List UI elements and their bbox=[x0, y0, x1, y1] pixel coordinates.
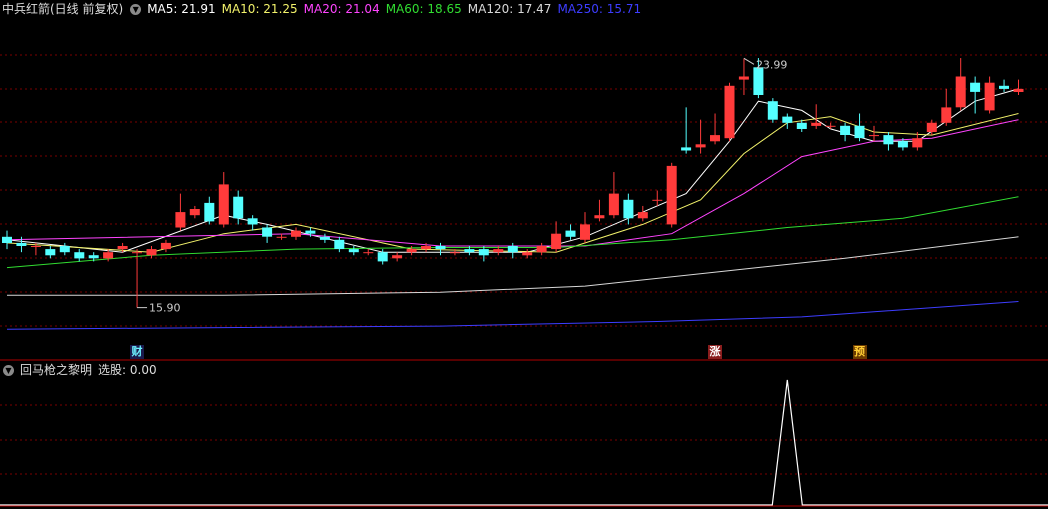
candle-body bbox=[724, 85, 735, 139]
candle-body bbox=[189, 209, 200, 216]
high-pointer bbox=[743, 57, 755, 65]
candle-body bbox=[681, 147, 692, 151]
candle-body bbox=[608, 193, 619, 216]
stock-title: 中兵红箭(日线 前复权) bbox=[2, 2, 124, 16]
candle-body bbox=[536, 246, 547, 253]
candle-body bbox=[363, 252, 374, 254]
candle-body bbox=[580, 224, 590, 240]
candle-body bbox=[869, 135, 879, 137]
candle-body bbox=[276, 236, 287, 238]
candle-body bbox=[348, 249, 359, 253]
ma5-line bbox=[6, 88, 1019, 253]
ma250-legend: MA250: 15.71 bbox=[557, 2, 642, 16]
indicator-toggle-icon[interactable]: ▼ bbox=[3, 364, 14, 376]
high-price-label: 23.99 bbox=[756, 58, 788, 71]
candle-body bbox=[623, 199, 634, 219]
candle-body bbox=[45, 249, 56, 256]
finance-marker[interactable]: 财 bbox=[130, 345, 144, 359]
candle-body bbox=[522, 252, 533, 256]
candle-body bbox=[970, 82, 981, 92]
candle-body bbox=[204, 202, 215, 222]
candle-body bbox=[594, 215, 605, 219]
candle-body bbox=[160, 242, 171, 250]
candle-body bbox=[103, 252, 114, 259]
candle-body bbox=[825, 125, 836, 127]
candle-body bbox=[926, 122, 937, 132]
indicator-title: 回马枪之黎明 bbox=[20, 363, 93, 377]
candle-body bbox=[406, 249, 417, 253]
candle-body bbox=[854, 125, 865, 139]
candle-body bbox=[493, 249, 504, 253]
low-price-label: 15.90 bbox=[149, 302, 181, 315]
ma120-legend: MA120: 17.47 bbox=[467, 2, 552, 16]
candle-body bbox=[218, 184, 229, 225]
candle-body bbox=[738, 76, 749, 80]
candle-body bbox=[88, 255, 99, 259]
candle-body bbox=[392, 255, 403, 259]
candle-body bbox=[262, 227, 273, 237]
candle-body bbox=[941, 107, 952, 123]
candle-body bbox=[146, 249, 157, 256]
limit-up-marker[interactable]: 涨 bbox=[708, 345, 722, 359]
candle-body bbox=[1013, 88, 1024, 92]
ma60-legend: MA60: 18.65 bbox=[385, 2, 462, 16]
candle-body bbox=[955, 76, 966, 108]
candle-body bbox=[377, 252, 388, 262]
ma20-legend: MA20: 21.04 bbox=[303, 2, 380, 16]
candle-body bbox=[30, 246, 41, 247]
candle-body bbox=[753, 67, 764, 95]
selection-signal-line bbox=[0, 379, 1048, 506]
candle-body bbox=[652, 199, 663, 201]
candle-body bbox=[507, 246, 518, 253]
main-header: 中兵红箭(日线 前复权) ▼ MA5: 21.91 MA10: 21.25 MA… bbox=[2, 0, 647, 18]
candle-body bbox=[710, 135, 720, 142]
ma5-legend: MA5: 21.91 bbox=[147, 2, 216, 16]
candle-body bbox=[637, 212, 648, 219]
candle-body bbox=[565, 230, 576, 237]
candle-body bbox=[2, 236, 12, 243]
indicator-header: ▼ 回马枪之黎明 选股: 0.00 bbox=[2, 361, 163, 379]
candle-body bbox=[305, 230, 316, 234]
candle-body bbox=[999, 85, 1009, 89]
candle-body bbox=[782, 116, 793, 123]
ma10-legend: MA10: 21.25 bbox=[221, 2, 298, 16]
candle-body bbox=[233, 196, 244, 219]
candle-body bbox=[421, 246, 431, 250]
kline-chart[interactable]: 23.99 15.90 bbox=[0, 0, 1048, 509]
candle-body bbox=[319, 236, 330, 240]
candle-body bbox=[16, 242, 27, 246]
candle-body bbox=[897, 141, 908, 148]
forecast-marker[interactable]: 预 bbox=[852, 345, 867, 359]
candle-body bbox=[767, 101, 778, 120]
candle-body bbox=[175, 212, 186, 228]
settings-toggle-icon[interactable]: ▼ bbox=[130, 3, 142, 15]
candle-body bbox=[912, 138, 923, 148]
candle-body bbox=[59, 246, 70, 253]
candle-body bbox=[811, 122, 822, 126]
indicator-value: 选股: 0.00 bbox=[98, 363, 157, 377]
candle-body bbox=[334, 239, 345, 249]
candle-body bbox=[695, 144, 706, 148]
candle-body bbox=[883, 135, 894, 145]
ma10-line bbox=[6, 113, 1019, 253]
candle-body bbox=[796, 122, 807, 129]
candle-body bbox=[132, 252, 142, 254]
candle-body bbox=[435, 246, 446, 250]
candle-body bbox=[666, 165, 677, 225]
candle-body bbox=[840, 125, 851, 135]
candle-body bbox=[247, 218, 258, 225]
candle-body bbox=[291, 230, 301, 237]
candle-body bbox=[464, 249, 475, 253]
candle-body bbox=[551, 233, 562, 250]
candle-body bbox=[117, 246, 128, 250]
candle-body bbox=[478, 249, 489, 256]
candle-body bbox=[984, 82, 995, 111]
candle-body bbox=[74, 252, 85, 259]
candle-body bbox=[449, 252, 460, 254]
